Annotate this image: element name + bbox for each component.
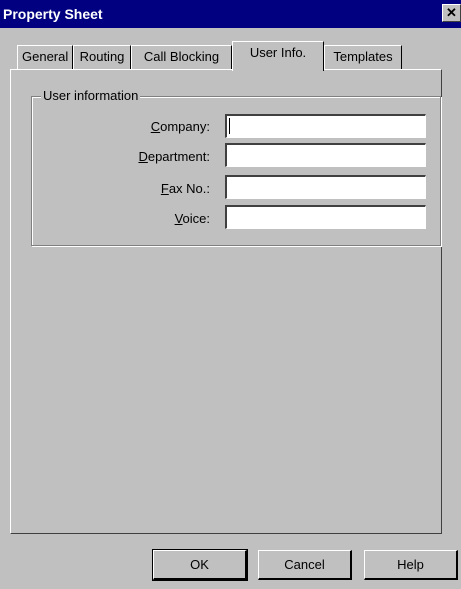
window-title: Property Sheet [3, 6, 103, 22]
tab-general[interactable]: General [17, 45, 73, 69]
groupbox-legend: User information [41, 88, 141, 103]
company-field[interactable] [225, 114, 426, 138]
ok-button[interactable]: OK [153, 550, 247, 580]
voice-field[interactable] [225, 205, 426, 229]
fax-field[interactable] [225, 175, 426, 199]
tab-templates[interactable]: Templates [324, 45, 402, 69]
text-caret [229, 118, 230, 134]
department-field[interactable] [225, 143, 426, 167]
tab-call-blocking[interactable]: Call Blocking [131, 45, 232, 69]
help-button[interactable]: Help [364, 550, 458, 580]
close-icon[interactable]: ✕ [442, 4, 461, 22]
fax-label: Fax No.: [160, 181, 210, 196]
tab-routing[interactable]: Routing [73, 45, 131, 69]
property-sheet-window: Property Sheet ✕ General Routing Call Bl… [0, 0, 461, 589]
cancel-button[interactable]: Cancel [258, 550, 352, 580]
tab-user-info[interactable]: User Info. [232, 41, 324, 71]
title-bar: Property Sheet ✕ [0, 0, 461, 28]
voice-label: Voice: [174, 211, 210, 226]
department-label: Department: [138, 149, 210, 164]
company-label: Company: [150, 119, 210, 134]
